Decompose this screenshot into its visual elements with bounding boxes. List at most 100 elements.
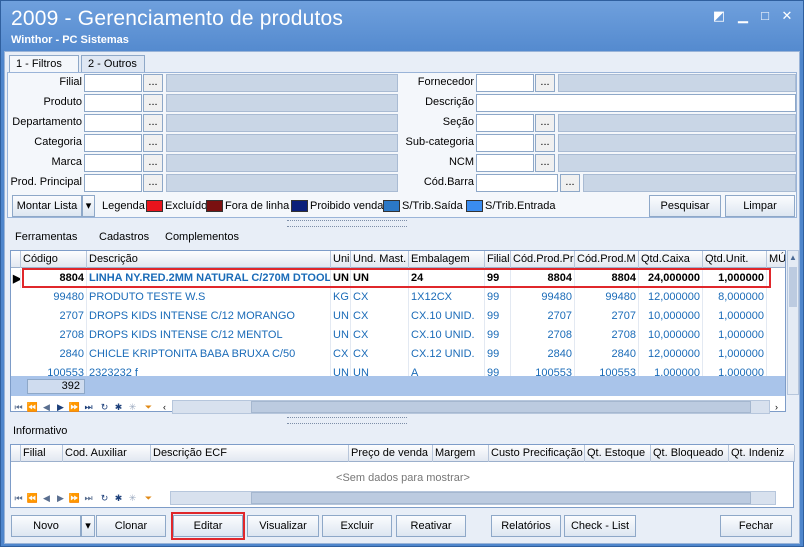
horizontal-scroll-thumb[interactable] xyxy=(251,401,751,413)
prev-page-icon[interactable]: ⏪ xyxy=(26,491,39,505)
montar-lista-button[interactable]: Montar Lista xyxy=(12,195,82,217)
scroll-thumb[interactable] xyxy=(789,267,797,307)
header-qt-indeniz[interactable]: Qt. Indeniz xyxy=(729,445,795,462)
splitter-grip[interactable] xyxy=(287,220,407,227)
header-descricao-ecf[interactable]: Descrição ECF xyxy=(151,445,349,462)
marca-lookup-button[interactable]: ... xyxy=(143,154,163,172)
clonar-button[interactable]: Clonar xyxy=(96,515,166,537)
header-mu[interactable]: MÚ xyxy=(767,251,785,268)
sub-categoria-lookup-button[interactable]: ... xyxy=(535,134,555,152)
tab-outros[interactable]: 2 - Outros xyxy=(81,55,145,73)
next-record-icon[interactable]: ▶ xyxy=(54,400,67,414)
check-list-button[interactable]: Check - List xyxy=(564,515,636,537)
scroll-up-icon[interactable]: ▲ xyxy=(789,253,797,262)
filter-icon[interactable]: ⏷ xyxy=(142,491,155,505)
prev-record-icon[interactable]: ◀ xyxy=(40,400,53,414)
prod-principal-input[interactable] xyxy=(84,174,142,192)
menu-cadastros[interactable]: Cadastros xyxy=(99,231,149,243)
pesquisar-button[interactable]: Pesquisar xyxy=(649,195,721,217)
fornecedor-lookup-button[interactable]: ... xyxy=(535,74,555,92)
first-record-icon[interactable]: ⏮ xyxy=(12,491,25,505)
grid-horizontal-scrollbar[interactable] xyxy=(172,400,770,414)
fechar-button[interactable]: Fechar xyxy=(720,515,792,537)
categoria-lookup-button[interactable]: ... xyxy=(143,134,163,152)
sub-categoria-input[interactable] xyxy=(476,134,534,152)
grid-vertical-scrollbar[interactable]: ▲ xyxy=(787,250,799,395)
header-qt-estoque[interactable]: Qt. Estoque xyxy=(585,445,651,462)
table-row[interactable]: 99480 PRODUTO TESTE W.S KG CX 1X12CX 99 … xyxy=(11,288,785,307)
header-margem[interactable]: Margem xyxy=(433,445,489,462)
header-cod-prod-pr[interactable]: Cód.Prod.Pr xyxy=(511,251,575,268)
header-embalagem[interactable]: Embalagem xyxy=(409,251,485,268)
excluir-button[interactable]: Excluir xyxy=(322,515,392,537)
insert-icon[interactable]: ✱ xyxy=(112,491,125,505)
header-uni[interactable]: Uni xyxy=(331,251,351,268)
menu-ferramentas[interactable]: Ferramentas xyxy=(15,231,77,243)
marca-input[interactable] xyxy=(84,154,142,172)
menu-complementos[interactable]: Complementos xyxy=(165,231,239,243)
header-codigo[interactable]: Código xyxy=(21,251,87,268)
table-row[interactable]: 2707 DROPS KIDS INTENSE C/12 MORANGO UN … xyxy=(11,307,785,326)
cod-barra-lookup-button[interactable]: ... xyxy=(560,174,580,192)
next-record-icon[interactable]: ▶ xyxy=(54,491,67,505)
refresh-icon[interactable]: ↻ xyxy=(98,400,111,414)
restore-icon[interactable]: ◩ xyxy=(712,9,726,23)
close-icon[interactable]: ✕ xyxy=(780,9,794,23)
secao-input[interactable] xyxy=(476,114,534,132)
cod-barra-input[interactable] xyxy=(476,174,558,192)
first-record-icon[interactable]: ⏮ xyxy=(12,400,25,414)
prev-page-icon[interactable]: ⏪ xyxy=(26,400,39,414)
produto-input[interactable] xyxy=(84,94,142,112)
clear-icon[interactable]: ✳ xyxy=(126,491,139,505)
header-qtd-unit[interactable]: Qtd.Unit. xyxy=(703,251,767,268)
header-custo-precificacao[interactable]: Custo Precificação xyxy=(489,445,585,462)
limpar-button[interactable]: Limpar xyxy=(725,195,795,217)
descricao-input[interactable] xyxy=(476,94,796,112)
header-qt-bloqueado[interactable]: Qt. Bloqueado xyxy=(651,445,729,462)
departamento-input[interactable] xyxy=(84,114,142,132)
clear-icon[interactable]: ✳ xyxy=(126,400,139,414)
header-filial[interactable]: Filial xyxy=(21,445,63,462)
ncm-lookup-button[interactable]: ... xyxy=(535,154,555,172)
next-page-icon[interactable]: ⏩ xyxy=(68,491,81,505)
novo-dropdown-icon[interactable]: ▾ xyxy=(81,515,95,537)
montar-lista-dropdown-icon[interactable]: ▾ xyxy=(82,195,95,217)
prev-record-icon[interactable]: ◀ xyxy=(40,491,53,505)
last-record-icon[interactable]: ⏭ xyxy=(82,491,95,505)
next-page-icon[interactable]: ⏩ xyxy=(68,400,81,414)
maximize-icon[interactable]: □ xyxy=(758,9,772,23)
header-cod-prod-m[interactable]: Cód.Prod.M xyxy=(575,251,639,268)
header-cod-auxiliar[interactable]: Cod. Auxiliar xyxy=(63,445,151,462)
reativar-button[interactable]: Reativar xyxy=(396,515,466,537)
header-preco-venda[interactable]: Preço de venda xyxy=(349,445,433,462)
fornecedor-input[interactable] xyxy=(476,74,534,92)
produto-lookup-button[interactable]: ... xyxy=(143,94,163,112)
last-record-icon[interactable]: ⏭ xyxy=(82,400,95,414)
relatorios-button[interactable]: Relatórios xyxy=(491,515,561,537)
header-qtd-caixa[interactable]: Qtd.Caixa xyxy=(639,251,703,268)
secao-lookup-button[interactable]: ... xyxy=(535,114,555,132)
header-descricao[interactable]: Descrição xyxy=(87,251,331,268)
refresh-icon[interactable]: ↻ xyxy=(98,491,111,505)
scroll-left-icon[interactable]: ‹ xyxy=(158,400,171,414)
header-und-mast[interactable]: Und. Mast. xyxy=(351,251,409,268)
filial-lookup-button[interactable]: ... xyxy=(143,74,163,92)
table-row[interactable]: 2840 CHICLE KRIPTONITA BABA BRUXA C/50 C… xyxy=(11,345,785,364)
scroll-right-icon[interactable]: › xyxy=(770,400,783,414)
splitter-grip-lower[interactable] xyxy=(287,417,407,424)
ncm-input[interactable] xyxy=(476,154,534,172)
horizontal-scroll-thumb[interactable] xyxy=(251,492,751,504)
insert-icon[interactable]: ✱ xyxy=(112,400,125,414)
informativo-horizontal-scrollbar[interactable] xyxy=(170,491,776,505)
filter-icon[interactable]: ⏷ xyxy=(142,400,155,414)
table-row[interactable]: 2708 DROPS KIDS INTENSE C/12 MENTOL UN C… xyxy=(11,326,785,345)
table-row[interactable]: 100553 2323232 f UN UN A 99 100553 10055… xyxy=(11,364,785,376)
novo-button[interactable]: Novo xyxy=(11,515,81,537)
departamento-lookup-button[interactable]: ... xyxy=(143,114,163,132)
prod-principal-lookup-button[interactable]: ... xyxy=(143,174,163,192)
minimize-icon[interactable]: ▁ xyxy=(736,9,750,23)
header-filial[interactable]: Filial xyxy=(485,251,511,268)
visualizar-button[interactable]: Visualizar xyxy=(247,515,319,537)
filial-input[interactable] xyxy=(84,74,142,92)
categoria-input[interactable] xyxy=(84,134,142,152)
